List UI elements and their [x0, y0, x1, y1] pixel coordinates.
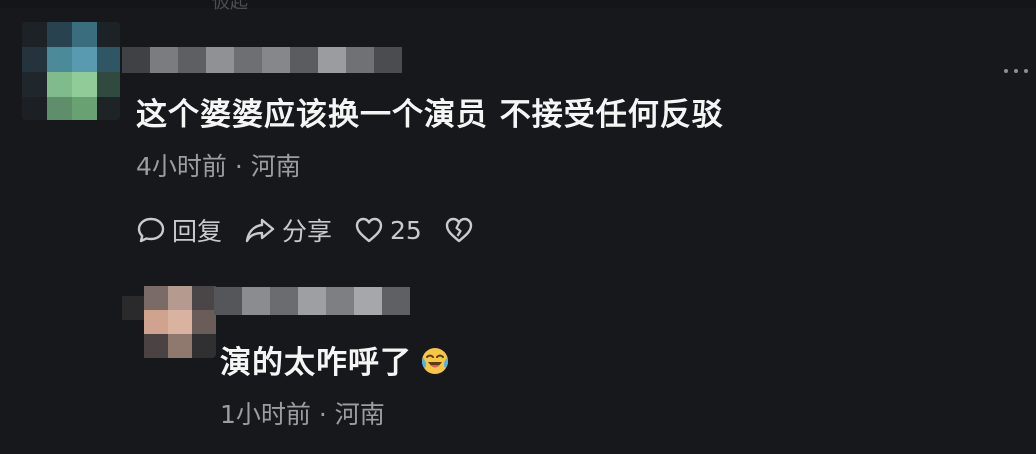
comment-text: 这个婆婆应该换一个演员 不接受任何反驳 — [136, 97, 724, 133]
more-dot-icon — [1024, 69, 1028, 73]
like-count: 25 — [390, 215, 422, 245]
crying-laughing-face-icon — [420, 346, 450, 376]
username-censored[interactable] — [214, 287, 410, 315]
heart-icon — [354, 215, 384, 245]
top-edge: 仮起 — [0, 0, 1036, 13]
avatar[interactable] — [22, 22, 120, 120]
top-hint-text: 仮起 — [212, 0, 248, 13]
reply-comment-text: 演的太咋呼了 — [220, 344, 450, 382]
avatar[interactable] — [122, 272, 216, 358]
reply-comment-meta: 1小时前 · 河南 — [220, 400, 385, 429]
like-button[interactable]: 25 — [354, 215, 422, 245]
reply-label: 回复 — [172, 217, 223, 246]
reply-button[interactable]: 回复 — [136, 212, 222, 248]
dislike-button[interactable] — [444, 215, 474, 245]
more-dot-icon — [1014, 69, 1018, 73]
username-censored[interactable] — [122, 47, 408, 73]
broken-heart-icon — [444, 215, 474, 245]
more-dot-icon — [1004, 69, 1008, 73]
share-arrow-icon — [244, 215, 276, 245]
comment-meta: 4小时前 · 河南 — [136, 152, 301, 181]
comment-icon — [136, 215, 166, 245]
comment-actions: 回复 分享 25 — [136, 211, 496, 249]
reply-text: 演的太咋呼了 — [220, 345, 412, 381]
more-options-button[interactable] — [1004, 64, 1036, 78]
share-label: 分享 — [282, 217, 333, 246]
share-button[interactable]: 分享 — [244, 212, 332, 248]
